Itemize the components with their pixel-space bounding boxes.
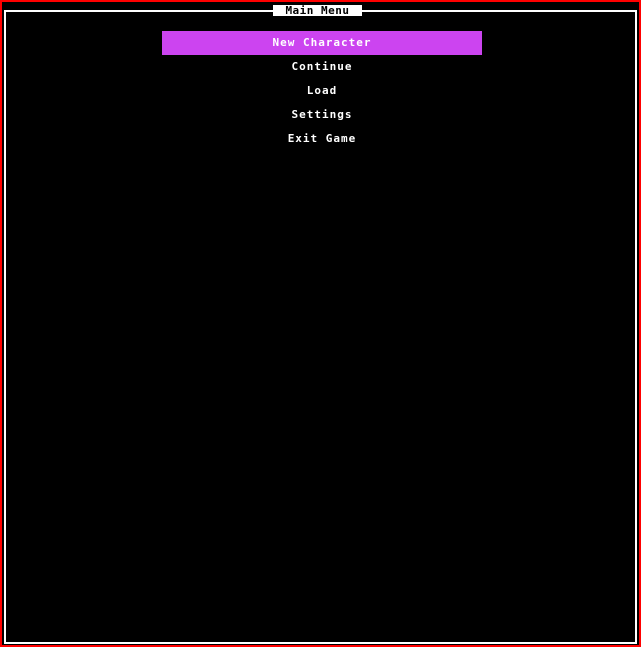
menu-item-new-character[interactable]: New Character: [162, 31, 482, 55]
menu-item-exit-game[interactable]: Exit Game: [162, 127, 482, 151]
menu-item-load[interactable]: Load: [162, 79, 482, 103]
menu-item-settings[interactable]: Settings: [162, 103, 482, 127]
window-title: Main Menu: [273, 5, 362, 16]
main-menu-list: New Character Continue Load Settings Exi…: [162, 31, 482, 151]
menu-item-continue[interactable]: Continue: [162, 55, 482, 79]
